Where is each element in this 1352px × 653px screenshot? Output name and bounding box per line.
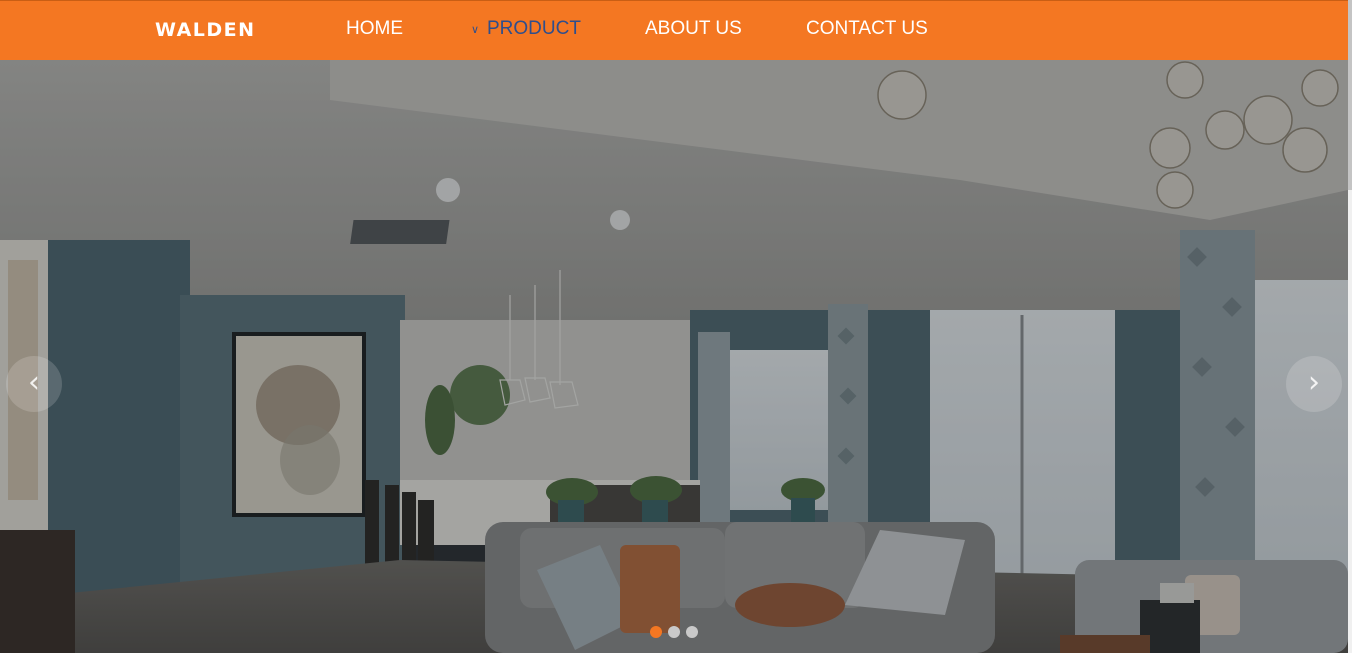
nav-product[interactable]: PRODUCT [487, 18, 581, 40]
chevron-down-icon[interactable]: ∨ [471, 23, 479, 36]
image-dark-overlay [0, 60, 1348, 653]
walden-logo[interactable]: WALDEN [155, 19, 256, 41]
chevron-right-icon: › [1308, 365, 1320, 400]
page-scrollbar[interactable] [1348, 0, 1352, 653]
nav-contact-us[interactable]: CONTACT US [806, 18, 928, 40]
slide-dot-2[interactable] [668, 626, 680, 638]
slider-next-button[interactable]: › [1286, 356, 1342, 412]
nav-about-us[interactable]: ABOUT US [645, 18, 742, 40]
top-navbar: WALDEN HOME ∨ PRODUCT ABOUT US CONTACT U… [0, 0, 1348, 60]
scrollbar-thumb[interactable] [1348, 0, 1352, 190]
slide-dot-3[interactable] [686, 626, 698, 638]
slide-dot-1-active[interactable] [650, 626, 662, 638]
slider-prev-button[interactable]: ‹ [6, 356, 62, 412]
nav-home[interactable]: HOME [346, 18, 403, 40]
hero-slider [0, 60, 1348, 653]
chevron-left-icon: ‹ [28, 365, 40, 400]
